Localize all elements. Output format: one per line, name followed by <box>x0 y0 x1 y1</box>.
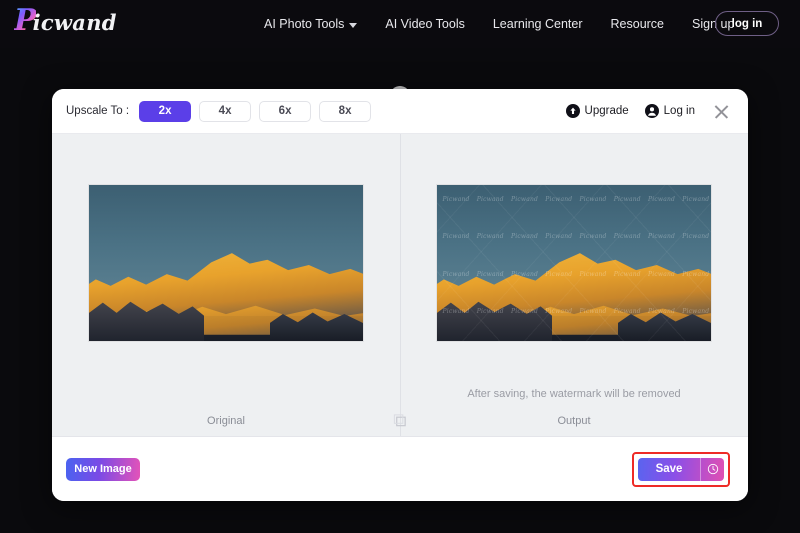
nav-item-ai-video-tools[interactable]: AI Video Tools <box>371 17 478 31</box>
history-clock-icon[interactable] <box>700 457 724 481</box>
nav-item-ai-photo-tools[interactable]: AI Photo Tools <box>250 17 371 31</box>
original-caption: Original <box>207 415 245 427</box>
header-login-button[interactable]: log in <box>715 11 779 36</box>
scale-option-4x[interactable]: 4x <box>199 100 252 122</box>
upscale-to-label: Upscale To : <box>66 105 130 117</box>
upscale-modal: Upscale To : 2x 4x 6x 8x Upgrade Log in … <box>52 89 748 501</box>
modal-login-label: Log in <box>663 105 695 117</box>
compare-icon[interactable] <box>393 413 408 428</box>
output-preview-image[interactable]: Picwand Picwand Picwand Picwand Picwand Picwa… <box>437 185 711 341</box>
site-logo[interactable]: P icwand <box>14 6 117 36</box>
upload-circle-icon <box>565 104 580 118</box>
chevron-down-icon <box>349 22 358 28</box>
modal-header: Upscale To : 2x 4x 6x 8x Upgrade Log in <box>52 89 748 133</box>
logo-wordmark: icwand <box>32 10 117 35</box>
user-circle-icon <box>644 104 659 118</box>
original-preview-image[interactable] <box>89 185 363 341</box>
modal-header-actions: Upgrade Log in <box>565 103 730 120</box>
compare-area: Original Picwand Picwand Picwand Picwand Pic… <box>52 133 748 437</box>
new-image-button[interactable]: New Image <box>66 457 140 481</box>
watermark-note: After saving, the watermark will be remo… <box>467 388 681 400</box>
modal-footer: New Image Save <box>52 437 748 501</box>
nav-label: AI Video Tools <box>385 17 465 31</box>
nav-item-resource[interactable]: Resource <box>597 17 679 31</box>
nav-label: Learning Center <box>492 17 583 31</box>
scale-option-group: 2x 4x 6x 8x <box>139 100 372 122</box>
save-label: Save <box>655 463 683 475</box>
nav-label: Resource <box>610 17 665 31</box>
nav-item-learning-center[interactable]: Learning Center <box>479 17 597 31</box>
scale-option-2x[interactable]: 2x <box>139 100 192 122</box>
modal-login-button[interactable]: Log in <box>644 104 695 118</box>
nav-label: AI Photo Tools <box>264 17 345 31</box>
output-caption: Output <box>557 415 591 427</box>
save-button-highlight: Save <box>632 451 730 487</box>
output-pane: Picwand Picwand Picwand Picwand Picwand Picwa… <box>400 134 748 436</box>
watermark-grid-lines <box>437 185 711 341</box>
close-icon[interactable] <box>713 103 730 120</box>
save-button[interactable]: Save <box>638 457 724 481</box>
upgrade-label: Upgrade <box>584 105 629 117</box>
site-header: P icwand AI Photo Tools AI Video Tools L… <box>0 0 800 48</box>
clock-glyph <box>707 463 718 475</box>
original-pane: Original <box>52 134 400 436</box>
scale-option-8x[interactable]: 8x <box>319 100 372 122</box>
upgrade-button[interactable]: Upgrade <box>565 104 629 118</box>
scale-option-6x[interactable]: 6x <box>259 100 312 122</box>
main-navigation: AI Photo Tools AI Video Tools Learning C… <box>250 0 748 48</box>
